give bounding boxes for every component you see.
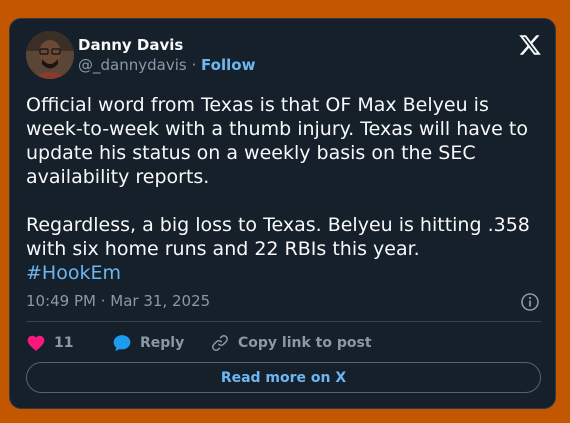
divider [26, 321, 541, 322]
reply-bubble-icon [113, 335, 131, 352]
meta-separator: · [191, 56, 197, 74]
avatar[interactable] [26, 31, 74, 79]
heart-icon [27, 335, 45, 351]
hashtag-link[interactable]: #HookEm [26, 262, 121, 284]
embedded-post-card: Danny Davis @_dannydavis · Follow Offici… [9, 18, 556, 409]
post-text: Official word from Texas is that OF Max … [26, 93, 541, 285]
copy-link-label: Copy link to post [238, 335, 372, 351]
read-more-button[interactable]: Read more on X [26, 362, 541, 393]
like-button[interactable]: 11 [26, 332, 73, 354]
action-bar: 11 Reply Copy link to post [26, 332, 541, 354]
follow-link[interactable]: Follow [201, 56, 255, 74]
link-icon [212, 335, 228, 351]
post-timestamp[interactable]: 10:49 PM · Mar 31, 2025 [26, 292, 210, 310]
info-icon[interactable] [520, 292, 540, 312]
author-meta: @_dannydavis · Follow [78, 56, 255, 74]
post-paragraph-1: Official word from Texas is that OF Max … [26, 94, 528, 188]
author-handle[interactable]: @_dannydavis [78, 56, 187, 74]
author-name[interactable]: Danny Davis [78, 36, 183, 54]
copy-link-button[interactable]: Copy link to post [210, 332, 372, 354]
reply-label: Reply [140, 335, 185, 351]
post-paragraph-2: Regardless, a big loss to Texas. Belyeu … [26, 213, 541, 285]
like-count: 11 [54, 335, 74, 351]
x-logo-icon[interactable] [518, 33, 542, 57]
reply-button[interactable]: Reply [112, 332, 184, 354]
post-paragraph-2-text: Regardless, a big loss to Texas. Belyeu … [26, 214, 530, 260]
